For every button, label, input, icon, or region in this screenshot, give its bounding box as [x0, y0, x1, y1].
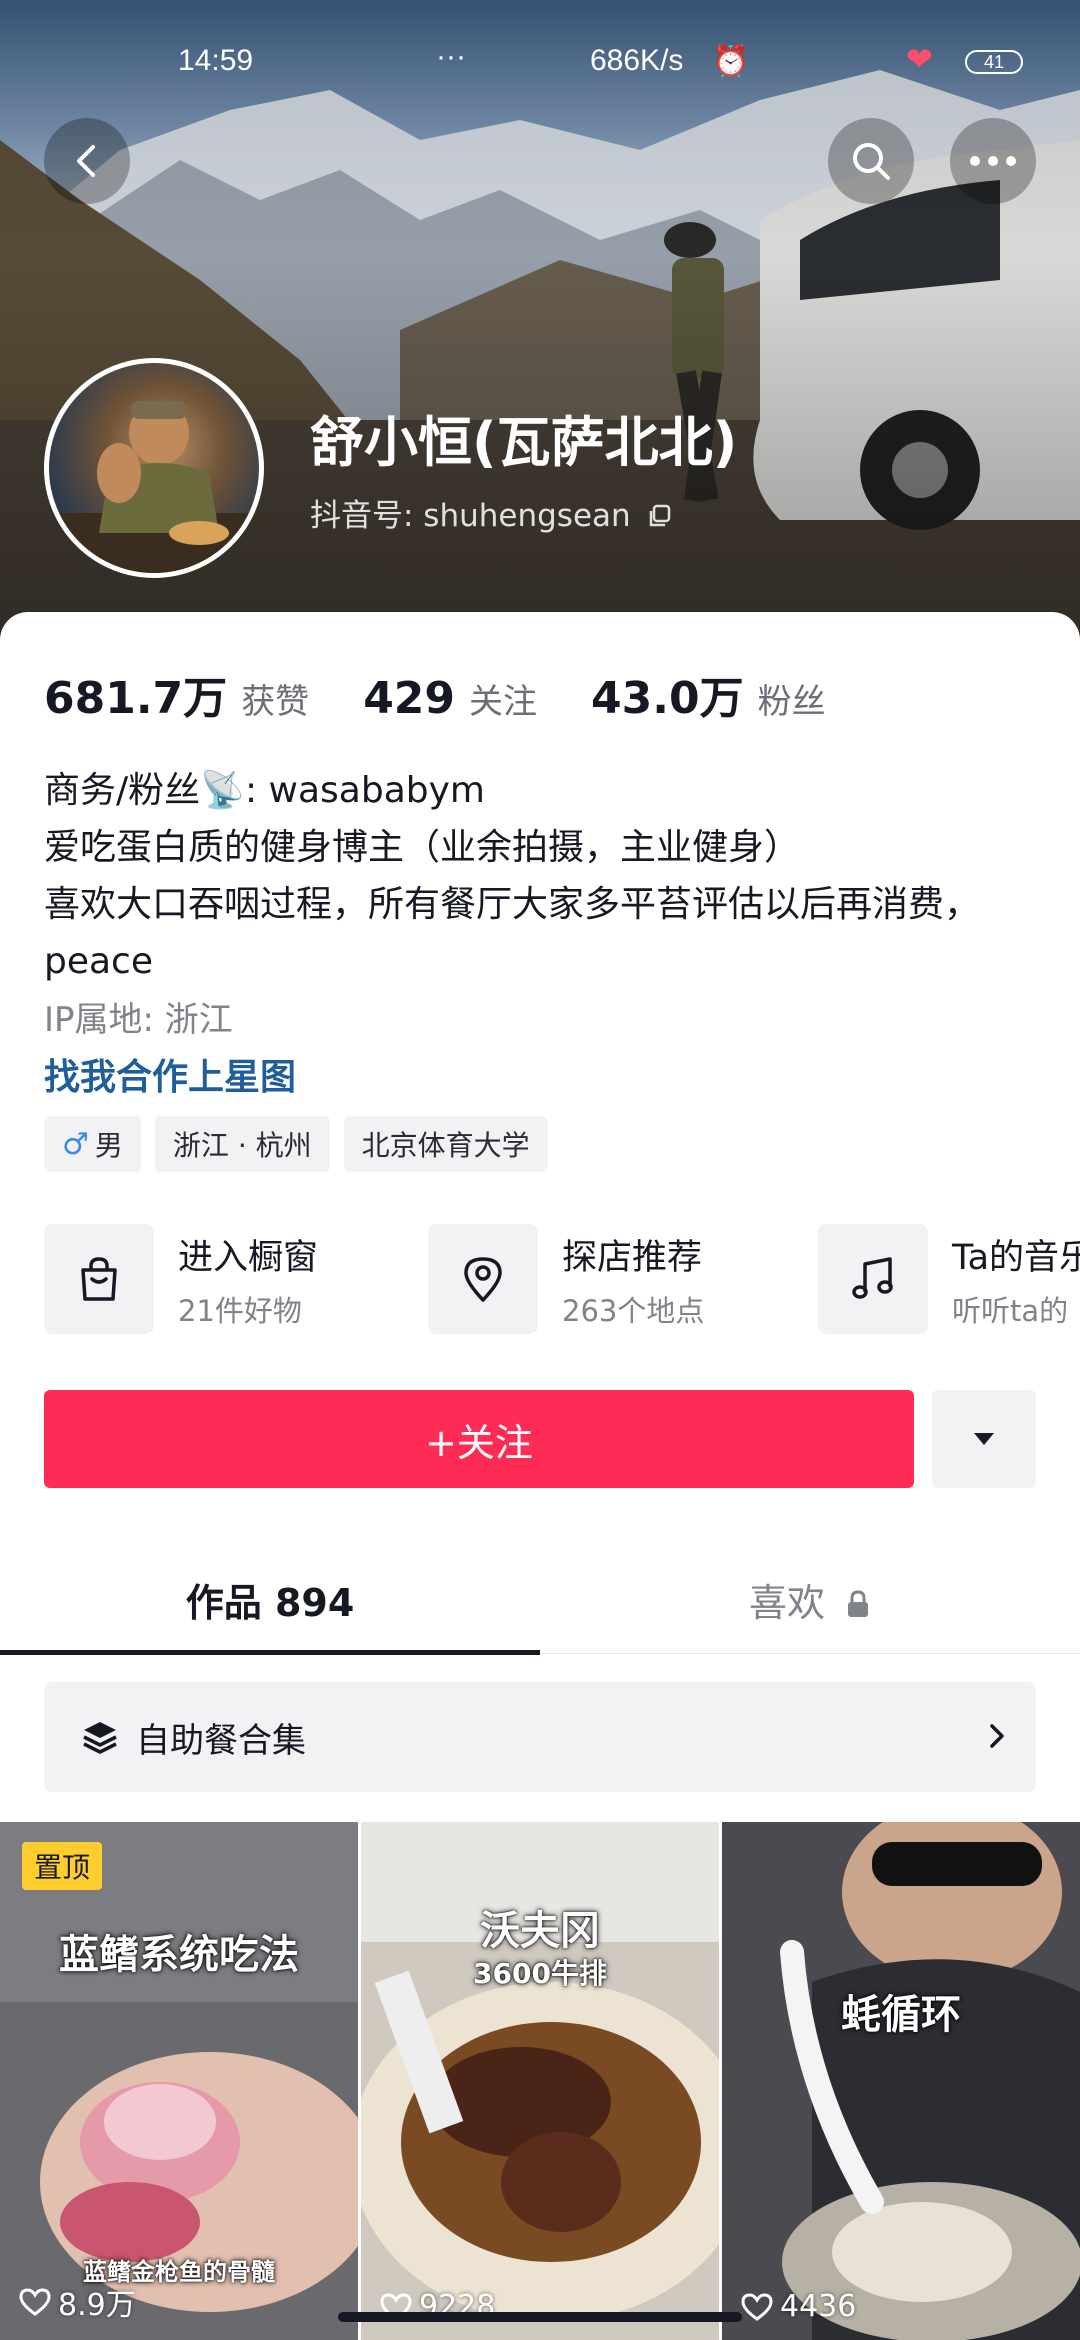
stat-label: 获赞: [241, 682, 310, 722]
avatar-image: [49, 401, 259, 573]
collection-entry[interactable]: 自助餐合集: [44, 1682, 1036, 1792]
network-speed: 686K/s: [590, 44, 684, 77]
location-pin-icon: [464, 1257, 502, 1302]
recommend-dropdown-button[interactable]: [932, 1390, 1036, 1488]
stat-label: 关注: [469, 682, 538, 722]
active-tab-indicator: [0, 1650, 540, 1655]
feature-icon-box: [44, 1224, 154, 1334]
tag-gender: ♂ 男: [44, 1116, 141, 1172]
copy-icon[interactable]: [647, 503, 673, 529]
heart-status-icon: ❤: [906, 41, 933, 77]
tab-likes[interactable]: 喜欢: [540, 1572, 1080, 1654]
layers-icon: [83, 1722, 117, 1754]
feature-title: 探店推荐: [562, 1237, 703, 1278]
profile-tags: ♂ 男 浙江 · 杭州 北京体育大学: [44, 1116, 562, 1172]
video-likes-count: 8.9万: [58, 2288, 136, 2323]
stat-likes[interactable]: 681.7万 获赞: [44, 662, 309, 726]
feature-subtitle: 263个地点: [562, 1293, 705, 1328]
video-sub-caption: 3600牛排: [473, 1957, 607, 1990]
video-caption: 沃夫冈: [480, 1908, 600, 1954]
video-likes: 4436: [740, 2289, 856, 2324]
video-thumbnail[interactable]: 置顶 蓝鳍系统吃法 蓝鳍金枪鱼的骨髓 8.9万: [0, 1822, 358, 2340]
male-icon: ♂: [62, 1126, 89, 1162]
tab-likes-label: 喜欢: [748, 1581, 825, 1625]
feature-icon-box: [818, 1224, 928, 1334]
video-caption: 蚝循环: [841, 1992, 961, 2038]
search-button[interactable]: [828, 118, 914, 204]
video-thumbnail[interactable]: 沃夫冈 3600牛排 9228: [361, 1822, 719, 2340]
video-caption: 蓝鳍系统吃法: [59, 1932, 299, 1978]
search-icon: [853, 143, 890, 180]
feature-title: Ta的音乐: [952, 1237, 1080, 1278]
feature-subtitle: 听听ta的: [952, 1293, 1069, 1328]
home-indicator[interactable]: [338, 2312, 742, 2322]
feature-subtitle: 21件好物: [178, 1293, 302, 1328]
stat-value: 43.0万: [591, 673, 744, 724]
follow-button[interactable]: +关注: [44, 1390, 914, 1488]
star-map-link[interactable]: 找我合作上星图: [44, 1048, 296, 1100]
ip-location: IP属地: 浙江: [44, 1000, 233, 1040]
feature-showcase[interactable]: 进入橱窗 21件好物: [44, 1224, 318, 1334]
battery-indicator: 41: [965, 50, 1023, 74]
pinned-badge: 置顶: [22, 1842, 103, 1890]
video-grid: 置顶 蓝鳍系统吃法 蓝鳍金枪鱼的骨髓 8.9万 沃夫冈 3600牛排 9228 …: [0, 1822, 1080, 2340]
stat-value: 681.7万: [44, 673, 228, 724]
tag-location: 浙江 · 杭州: [154, 1116, 330, 1172]
stat-label: 粉丝: [757, 682, 826, 722]
alarm-icon: ⏰: [712, 45, 750, 78]
collection-title: 自助餐合集: [136, 1720, 306, 1761]
music-note-icon: [852, 1257, 893, 1299]
more-icon: [970, 156, 1016, 166]
more-button[interactable]: [950, 118, 1036, 204]
bio-line: 喜欢大口吞咽过程，所有餐厅大家多平苔评估以后再消费，peace: [44, 884, 981, 982]
back-button[interactable]: [44, 118, 130, 204]
feature-store-visits[interactable]: 探店推荐 263个地点: [428, 1224, 704, 1334]
stat-following[interactable]: 429 关注: [363, 673, 537, 724]
tab-works[interactable]: 作品 894: [0, 1572, 540, 1654]
video-cover-image: [722, 1822, 1080, 2340]
video-likes-count: 4436: [780, 2289, 857, 2324]
douyin-id-text: 抖音号: shuhengsean: [310, 498, 631, 534]
feature-icon-box: [428, 1224, 538, 1334]
bio-line: 商务/粉丝📡: wasababym: [44, 770, 485, 811]
stat-value: 429: [363, 673, 456, 724]
status-bar: 14:59 ··· 686K/s ⏰ ❤ 41: [0, 40, 1080, 84]
video-thumbnail[interactable]: 蚝循环 4436: [722, 1822, 1080, 2340]
stats-row: 681.7万 获赞 429 关注 43.0万 粉丝: [44, 662, 880, 726]
douyin-id[interactable]: 抖音号: shuhengsean: [310, 490, 673, 535]
lock-icon: [848, 1590, 869, 1617]
shopping-bag-icon: [81, 1257, 117, 1301]
profile-sheet: 681.7万 获赞 429 关注 43.0万 粉丝 商务/粉丝📡: wasaba…: [0, 612, 1080, 2340]
heart-outline-icon: [741, 2292, 773, 2321]
stat-followers[interactable]: 43.0万 粉丝: [591, 662, 826, 726]
bio: 商务/粉丝📡: wasababym 爱吃蛋白质的健身博主（业余拍摄，主业健身） …: [44, 762, 1044, 990]
bio-line: 爱吃蛋白质的健身博主（业余拍摄，主业健身）: [44, 827, 801, 868]
profile-nickname: 舒小恒(瓦萨北北): [310, 411, 738, 474]
content-tabs: 作品 894 喜欢: [0, 1572, 1080, 1654]
feature-entries: 进入橱窗 21件好物 探店推荐 263个地点 Ta的音乐 听听ta的: [44, 1224, 1080, 1336]
heart-outline-icon: [19, 2288, 51, 2316]
feature-music[interactable]: Ta的音乐 听听ta的: [818, 1224, 1080, 1334]
tag-school: 北京体育大学: [343, 1116, 548, 1172]
tag-gender-label: 男: [94, 1129, 123, 1162]
status-dots: ···: [436, 40, 466, 73]
back-arrow-icon: [77, 145, 95, 177]
avatar[interactable]: [44, 358, 264, 578]
video-likes: 8.9万: [18, 2280, 136, 2324]
chevron-right-icon: [990, 1724, 1004, 1748]
triangle-down-icon: [974, 1433, 994, 1445]
status-time: 14:59: [178, 44, 254, 77]
feature-title: 进入橱窗: [178, 1237, 319, 1278]
